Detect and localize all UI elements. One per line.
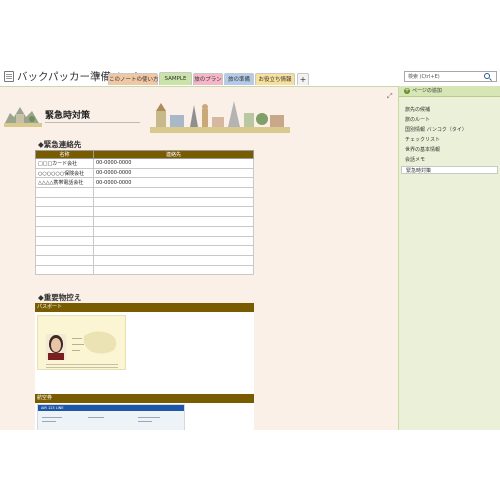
add-icon: + [404,87,410,94]
contact-name-cell[interactable]: □□□カード会社 [35,158,94,169]
documents-block: パスポート 航空券 AIR 123 LINE [35,303,254,430]
search-placeholder: 検索 (Ctrl+E) [408,74,440,80]
contact-number-cell[interactable] [93,264,254,276]
contact-name-cell[interactable] [35,245,94,256]
add-section-button[interactable]: + [297,73,309,85]
contact-name-cell[interactable] [35,225,94,237]
section-emergency-contacts: ◆緊急連絡先 [38,140,82,149]
contact-number-cell[interactable] [93,235,254,247]
table-row[interactable]: △△△△携帯電話会社 00-0000-0000 [35,177,254,189]
expand-icon[interactable]: ⤢ [387,92,393,101]
table-row[interactable] [35,196,254,208]
ticket-image[interactable]: AIR 123 LINE [37,404,185,430]
contact-name-cell[interactable] [35,216,94,227]
page-canvas[interactable]: ⤢ 緊急時対策 ◆緊急連絡先 名称 連絡先 □□□カード会社 00-0000-00… [0,86,398,430]
tab-sample[interactable]: SAMPLE [159,72,192,85]
table-row[interactable] [35,235,254,247]
column-header-contact: 連絡先 [93,150,254,159]
passport-bar: パスポート [35,303,254,312]
tab-useful-info[interactable]: お役立ち情報 [255,73,295,85]
contact-name-cell[interactable] [35,206,94,218]
add-page-label: ページの追加 [412,88,442,94]
table-row[interactable]: □□□カード会社 00-0000-0000 [35,158,254,169]
table-row[interactable] [35,225,254,237]
contact-name-cell[interactable]: △△△△携帯電話会社 [35,177,94,189]
contact-name-cell[interactable] [35,196,94,208]
search-icon[interactable] [484,73,490,79]
add-page-button[interactable]: + ページの追加 [399,86,500,97]
page-list-item[interactable]: 緊急時対策 [401,166,498,174]
table-row[interactable] [35,245,254,256]
landmark-illustration-right [150,101,290,133]
page-list-item[interactable]: 国別情報 バンコク（タイ） [401,126,498,134]
contact-number-cell[interactable] [93,206,254,218]
tab-trip-plan[interactable]: 旅のプラン [193,73,223,85]
contact-name-cell[interactable] [35,235,94,247]
contact-name-cell[interactable] [35,264,94,276]
column-header-name: 名称 [35,150,94,159]
contact-number-cell[interactable] [93,254,254,266]
section-important-docs: ◆重要物控え [38,293,82,302]
page-list-item[interactable]: 会話メモ [401,156,498,164]
table-row[interactable] [35,216,254,227]
search-input[interactable]: 検索 (Ctrl+E) [404,71,497,82]
contact-name-cell[interactable] [35,187,94,198]
tab-trip-prep[interactable]: 旅の準備 [224,73,254,85]
contact-number-cell[interactable]: 00-0000-0000 [93,167,254,179]
title-divider [45,122,140,123]
ticket-bar: 航空券 [35,394,254,403]
page-title[interactable]: 緊急時対策 [45,108,90,121]
chevron-down-icon[interactable]: ▼ [95,72,100,80]
page-list-item[interactable]: 世界の基本情報 [401,146,498,154]
landmark-illustration-left [4,107,42,127]
notebook-icon[interactable] [4,71,14,82]
passport-image[interactable] [37,315,126,370]
contact-name-cell[interactable] [35,254,94,266]
table-row[interactable] [35,206,254,218]
page-list-pane: + ページの追加 旅先の候補旅のルート国別情報 バンコク（タイ） チェックリスト世… [398,86,500,430]
contact-number-cell[interactable] [93,225,254,237]
contact-number-cell[interactable] [93,196,254,208]
contact-number-cell[interactable]: 00-0000-0000 [93,158,254,169]
contact-name-cell[interactable]: ○○○○○○保険会社 [35,167,94,179]
table-row[interactable] [35,264,254,276]
table-row[interactable] [35,187,254,198]
table-row[interactable] [35,254,254,266]
page-list-item[interactable]: チェックリスト [401,136,498,144]
page-list-item[interactable]: 旅のルート [401,116,498,124]
page-list-item[interactable]: 旅先の候補 [401,106,498,114]
tab-how-to-use[interactable]: このノートの使い方 [108,73,159,85]
table-row[interactable]: ○○○○○○保険会社 00-0000-0000 [35,167,254,179]
contact-number-cell[interactable] [93,245,254,256]
contact-number-cell[interactable] [93,187,254,198]
contact-number-cell[interactable]: 00-0000-0000 [93,177,254,189]
contact-number-cell[interactable] [93,216,254,227]
emergency-contacts-table[interactable]: 名称 連絡先 □□□カード会社 00-0000-0000 ○○○○○○保険会社 00-… [35,150,254,276]
